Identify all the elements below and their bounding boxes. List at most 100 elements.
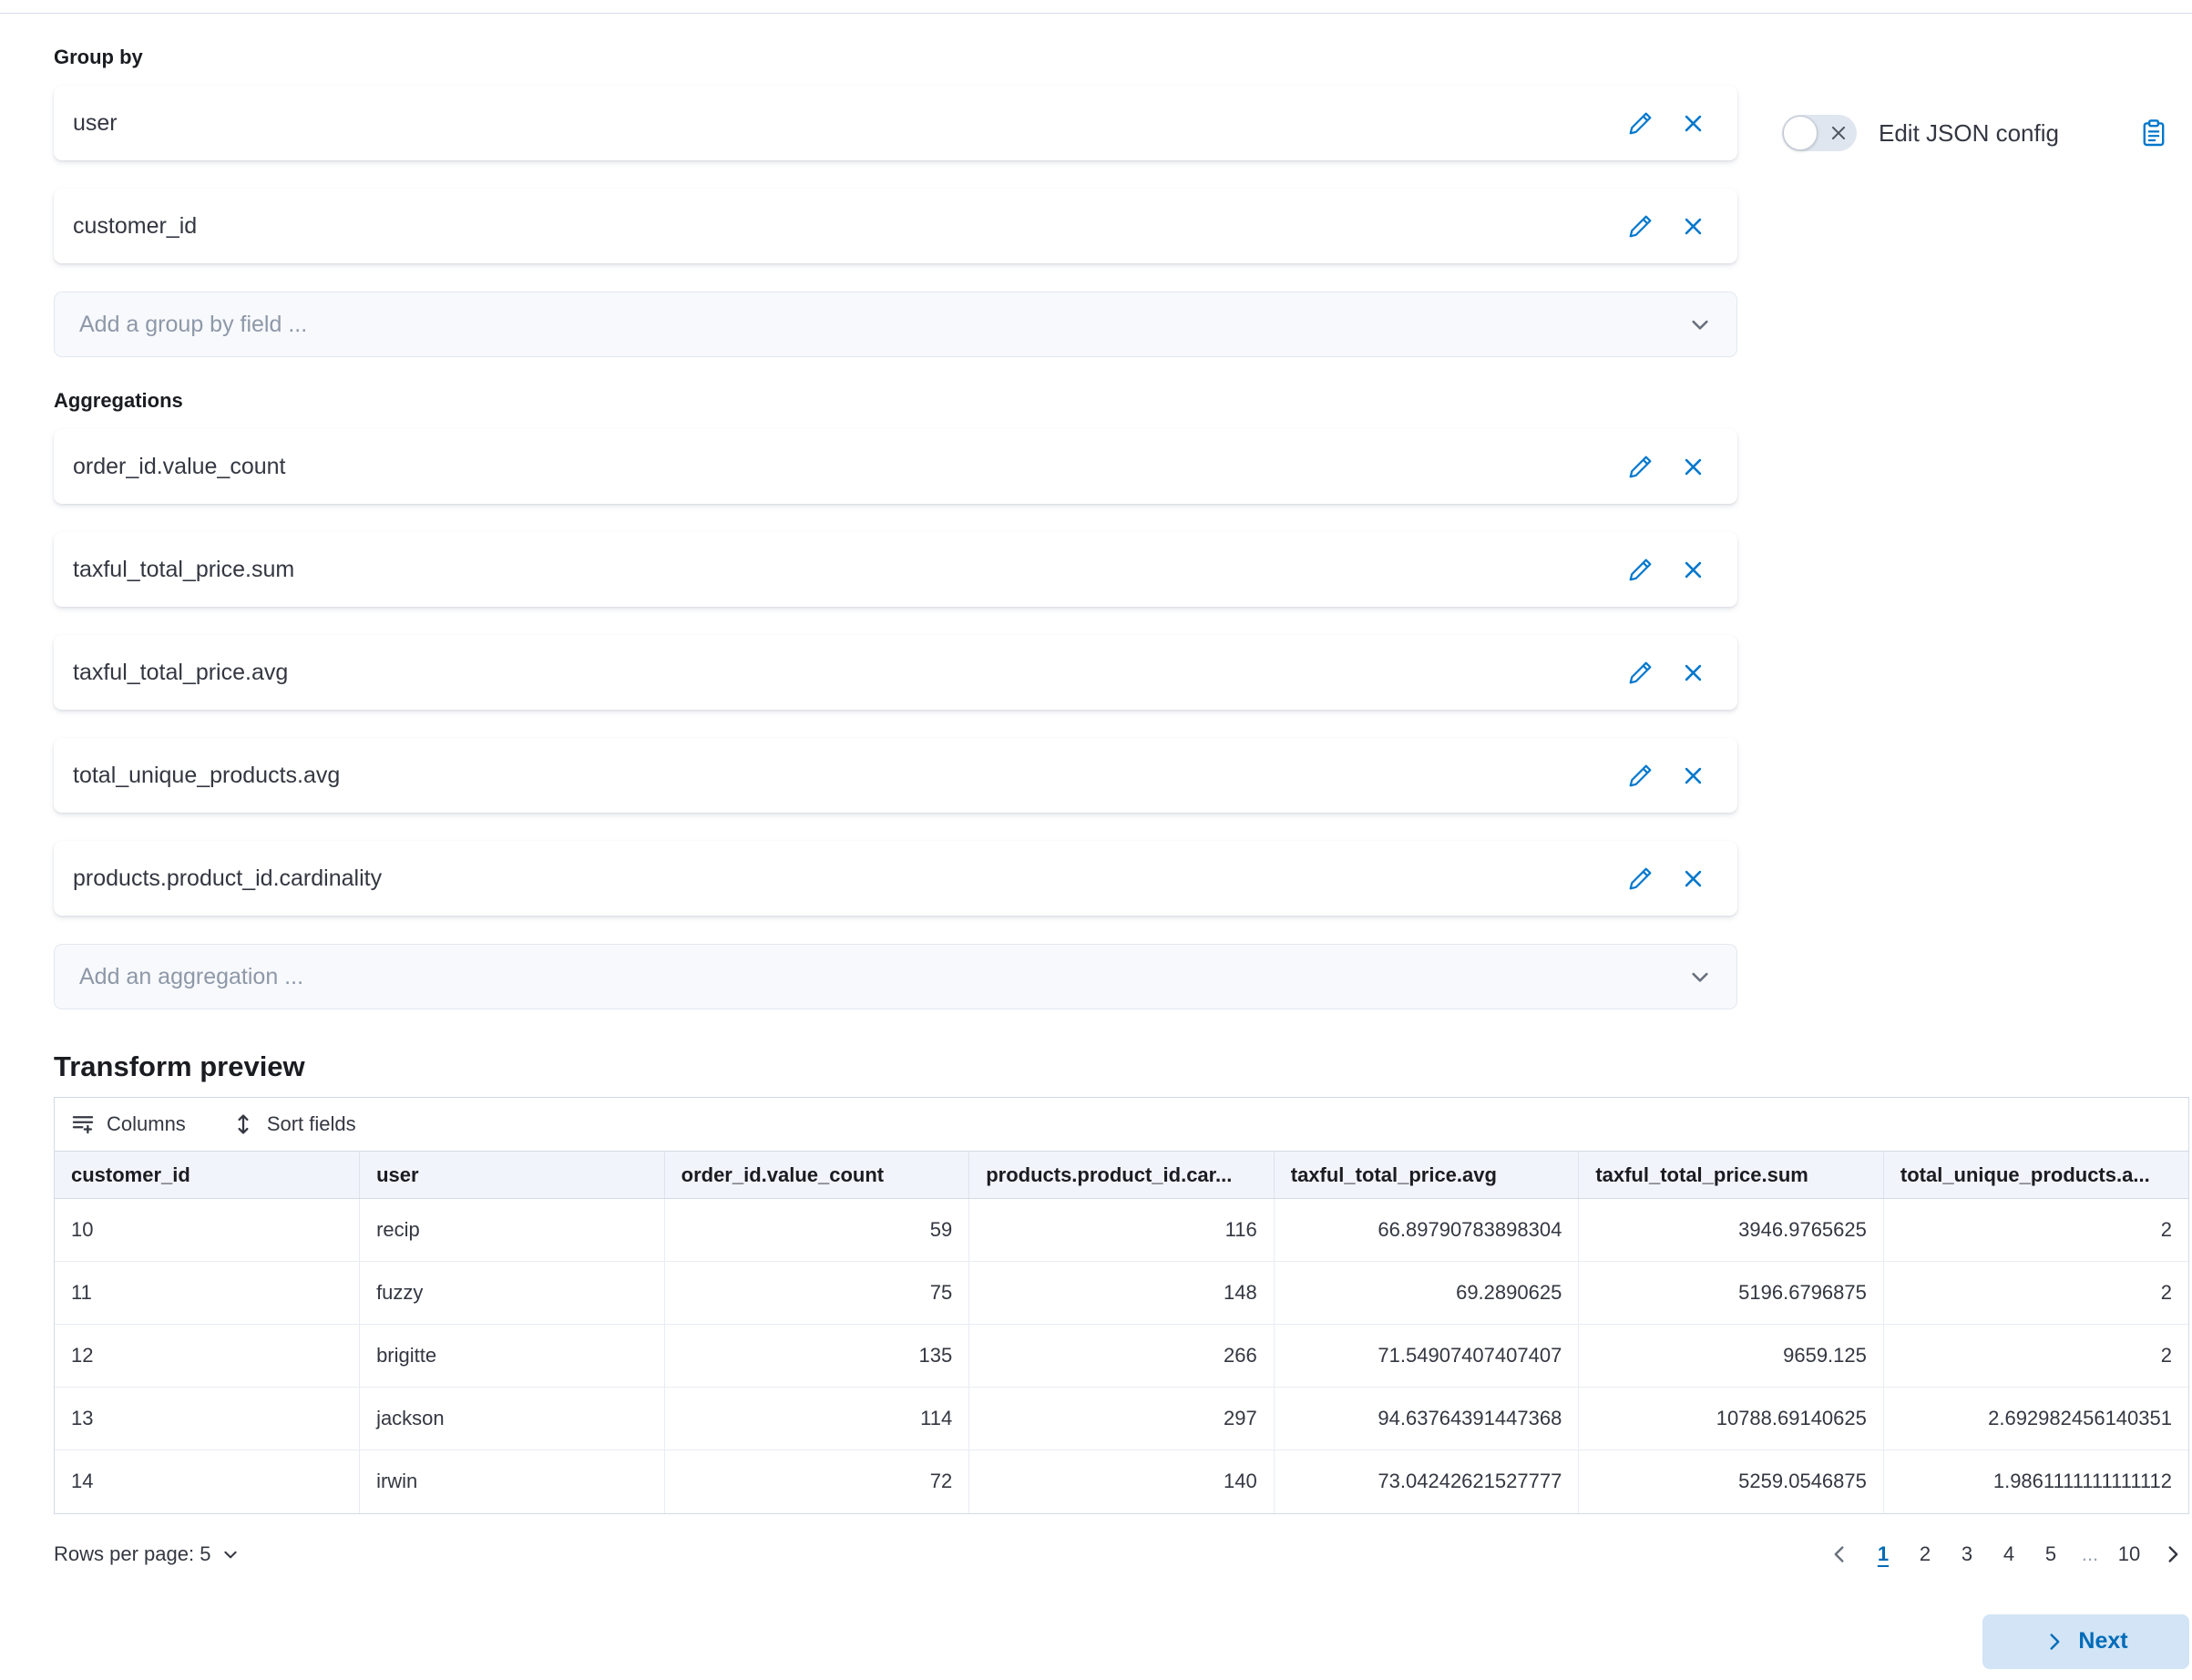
remove-aggregation-button[interactable] xyxy=(1675,861,1710,896)
pagination-ellipsis: ... xyxy=(2078,1542,2102,1566)
table-cell: 12 xyxy=(55,1325,360,1388)
table-cell: 66.89790783898304 xyxy=(1274,1199,1579,1262)
table-cell: 75 xyxy=(664,1262,969,1325)
edit-group-by-button[interactable] xyxy=(1623,209,1657,243)
edit-json-toggle[interactable] xyxy=(1782,115,1857,151)
table-row: 10 recip 59 116 66.89790783898304 3946.9… xyxy=(55,1199,2188,1262)
sort-fields-button[interactable]: Sort fields xyxy=(231,1112,356,1136)
table-cell: 73.04242621527777 xyxy=(1274,1450,1579,1513)
table-cell: 2 xyxy=(1883,1262,2188,1325)
pencil-icon xyxy=(1628,214,1653,239)
remove-aggregation-button[interactable] xyxy=(1675,552,1710,587)
chevron-down-icon xyxy=(1688,965,1712,989)
column-header[interactable]: products.product_id.car... xyxy=(969,1152,1275,1199)
table-cell: 140 xyxy=(969,1450,1275,1513)
table-cell: recip xyxy=(360,1199,665,1262)
table-row: 13 jackson 114 297 94.63764391447368 107… xyxy=(55,1388,2188,1450)
table-cell: 148 xyxy=(969,1262,1275,1325)
transform-preview-title: Transform preview xyxy=(54,1050,1791,1084)
chevron-down-icon xyxy=(221,1545,240,1563)
table-footer: Rows per page: 5 1 2 3 4 5 ... 10 xyxy=(54,1534,2189,1574)
edit-aggregation-button[interactable] xyxy=(1623,449,1657,484)
add-aggregation-placeholder: Add an aggregation ... xyxy=(79,964,1688,990)
remove-aggregation-button[interactable] xyxy=(1675,758,1710,793)
grid-toolbar: Columns Sort fields xyxy=(55,1098,2188,1151)
remove-group-by-button[interactable] xyxy=(1675,106,1710,140)
table-cell: 266 xyxy=(969,1325,1275,1388)
columns-icon xyxy=(71,1112,95,1136)
page-button-current[interactable]: 1 xyxy=(1869,1542,1898,1566)
column-header[interactable]: order_id.value_count xyxy=(664,1152,969,1199)
page-button[interactable]: 2 xyxy=(1910,1542,1940,1566)
pencil-icon xyxy=(1628,111,1653,136)
column-header[interactable]: user xyxy=(360,1152,665,1199)
aggregation-item: order_id.value_count xyxy=(54,429,1737,504)
pencil-icon xyxy=(1628,661,1653,685)
sort-fields-button-label: Sort fields xyxy=(267,1112,356,1136)
pencil-icon xyxy=(1628,763,1653,788)
top-divider xyxy=(0,13,2192,14)
remove-aggregation-button[interactable] xyxy=(1675,449,1710,484)
json-config-controls: Edit JSON config xyxy=(1782,115,2181,151)
aggregation-item: taxful_total_price.sum xyxy=(54,532,1737,607)
rows-per-page-label: Rows per page: 5 xyxy=(54,1542,210,1566)
table-cell: 116 xyxy=(969,1199,1275,1262)
group-by-field-name: user xyxy=(73,110,1623,137)
group-by-item: customer_id xyxy=(54,189,1737,263)
next-button[interactable]: Next xyxy=(1982,1614,2189,1669)
add-aggregation-select[interactable]: Add an aggregation ... xyxy=(54,944,1737,1009)
page-button[interactable]: 4 xyxy=(1994,1542,2023,1566)
table-cell: 71.54907407407407 xyxy=(1274,1325,1579,1388)
table-cell: 2 xyxy=(1883,1325,2188,1388)
remove-aggregation-button[interactable] xyxy=(1675,655,1710,690)
table-cell: 2 xyxy=(1883,1199,2188,1262)
table-cell: 14 xyxy=(55,1450,360,1513)
group-by-item: user xyxy=(54,86,1737,160)
next-button-label: Next xyxy=(2078,1628,2127,1654)
sort-arrows-icon xyxy=(231,1112,255,1136)
toggle-thumb xyxy=(1783,116,1818,150)
column-header[interactable]: taxful_total_price.sum xyxy=(1579,1152,1884,1199)
page-button[interactable]: 10 xyxy=(2115,1542,2144,1566)
table-cell: 2.692982456140351 xyxy=(1883,1388,2188,1450)
add-group-by-field-select[interactable]: Add a group by field ... xyxy=(54,292,1737,357)
aggregation-item: total_unique_products.avg xyxy=(54,738,1737,813)
toggle-off-cross-icon xyxy=(1828,123,1849,143)
next-page-button[interactable] xyxy=(2156,1538,2189,1571)
column-header[interactable]: total_unique_products.a... xyxy=(1883,1152,2188,1199)
previous-page-button[interactable] xyxy=(1823,1538,1856,1571)
table-cell: 11 xyxy=(55,1262,360,1325)
aggregation-name: taxful_total_price.avg xyxy=(73,660,1623,686)
wizard-actions: Next xyxy=(0,1614,2189,1669)
header-row: customer_id user order_id.value_count pr… xyxy=(55,1152,2188,1199)
pagination: 1 2 3 4 5 ... 10 xyxy=(1823,1538,2189,1571)
chevron-right-icon xyxy=(2162,1543,2184,1565)
cross-icon xyxy=(1681,111,1705,136)
edit-aggregation-button[interactable] xyxy=(1623,552,1657,587)
table-cell: 9659.125 xyxy=(1579,1325,1884,1388)
page-button[interactable]: 5 xyxy=(2036,1542,2065,1566)
cross-icon xyxy=(1681,455,1705,479)
rows-per-page-select[interactable]: Rows per page: 5 xyxy=(54,1542,240,1566)
page-button[interactable]: 3 xyxy=(1952,1542,1982,1566)
table-cell: 13 xyxy=(55,1388,360,1450)
column-header[interactable]: taxful_total_price.avg xyxy=(1274,1152,1579,1199)
table-cell: 5259.0546875 xyxy=(1579,1450,1884,1513)
edit-group-by-button[interactable] xyxy=(1623,106,1657,140)
columns-button[interactable]: Columns xyxy=(71,1112,186,1136)
remove-group-by-button[interactable] xyxy=(1675,209,1710,243)
cross-icon xyxy=(1681,763,1705,788)
copy-to-clipboard-button[interactable] xyxy=(2139,118,2168,148)
add-group-by-placeholder: Add a group by field ... xyxy=(79,312,1688,338)
pencil-icon xyxy=(1628,455,1653,479)
table-cell: 69.2890625 xyxy=(1274,1262,1579,1325)
preview-data-grid: Columns Sort fields customer_id user ord… xyxy=(54,1097,2189,1514)
aggregation-item: products.product_id.cardinality xyxy=(54,841,1737,916)
table-cell: 114 xyxy=(664,1388,969,1450)
edit-aggregation-button[interactable] xyxy=(1623,655,1657,690)
column-header[interactable]: customer_id xyxy=(55,1152,360,1199)
table-cell: brigitte xyxy=(360,1325,665,1388)
edit-aggregation-button[interactable] xyxy=(1623,758,1657,793)
aggregation-name: taxful_total_price.sum xyxy=(73,557,1623,583)
edit-aggregation-button[interactable] xyxy=(1623,861,1657,896)
